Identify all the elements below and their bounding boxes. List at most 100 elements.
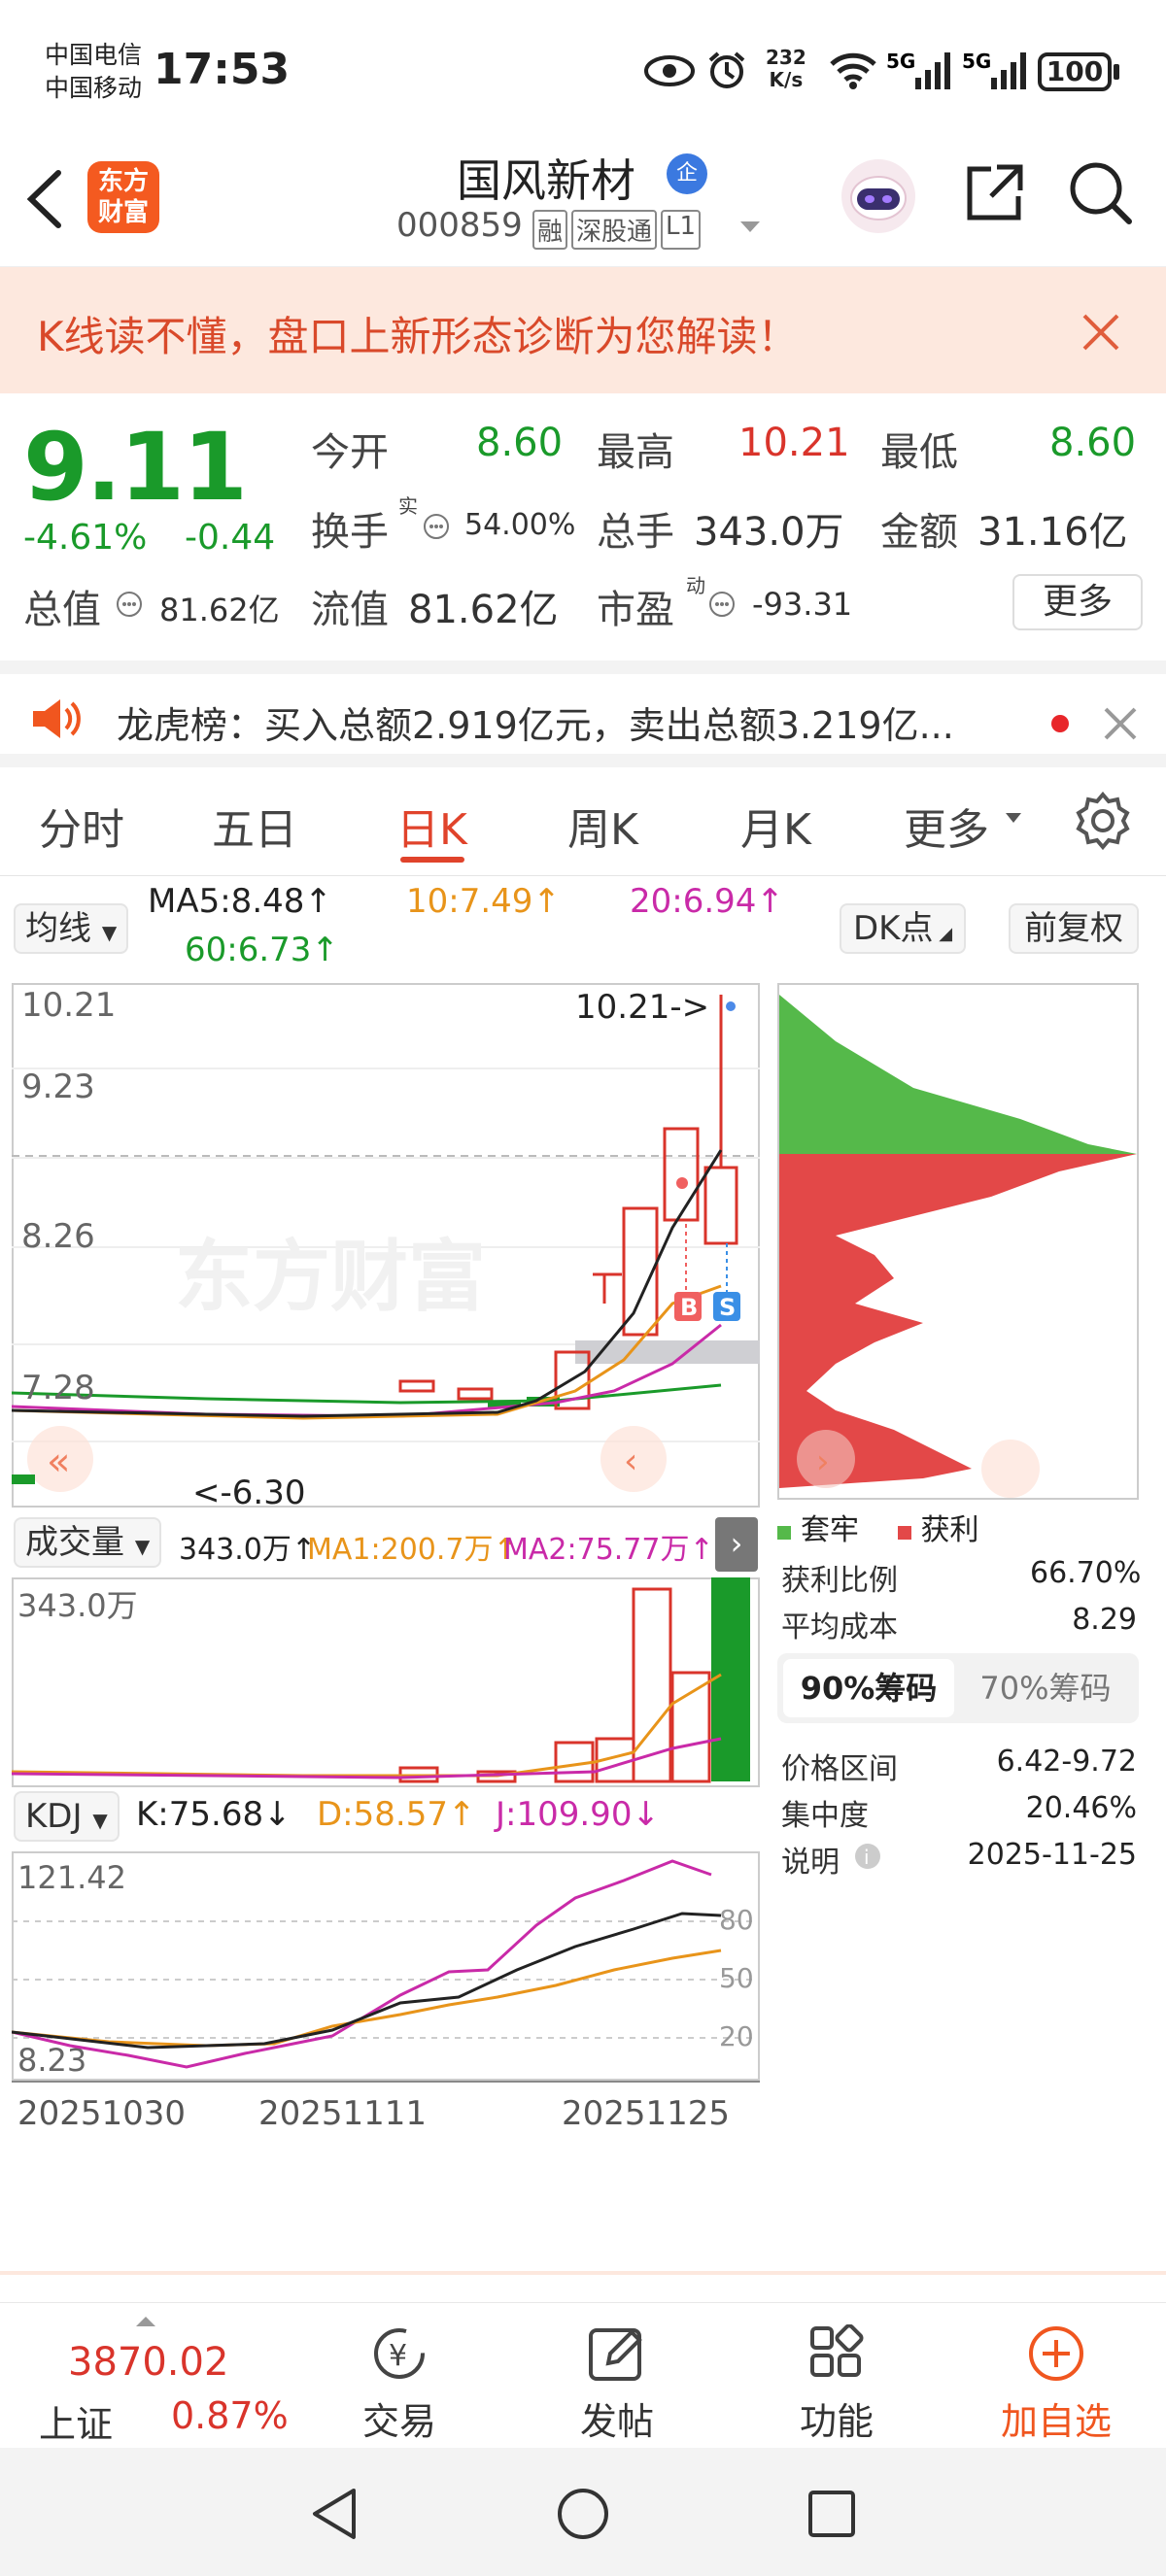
active-tab-indicator xyxy=(400,857,464,863)
tab-more[interactable]: 更多 xyxy=(904,795,989,857)
wifi-icon xyxy=(830,52,876,89)
share-icon[interactable] xyxy=(962,161,1026,225)
adjust-button[interactable]: 前复权 xyxy=(1009,903,1139,954)
nav-bar: 东方 财富 国风新材 企 000859 融 深股通 L1 xyxy=(0,146,1166,267)
volume-chart[interactable]: 343.0万 xyxy=(12,1577,760,1787)
kdj-j: J:109.90↓ xyxy=(496,1795,660,1834)
chevron-down-icon[interactable] xyxy=(738,220,762,235)
dk-points-button[interactable]: DK点 ◢ xyxy=(840,903,967,954)
chevron-down-icon: ▼ xyxy=(134,1535,151,1558)
chevron-down-icon: ▼ xyxy=(101,921,118,944)
tab-weekly[interactable]: 周K xyxy=(567,795,638,857)
chip-value-avg-cost: 8.29 xyxy=(1072,1603,1137,1637)
last-price: 9.11 xyxy=(23,413,248,522)
tag-level: L1 xyxy=(661,210,702,250)
chart-area: 均线 ▼ MA5:8.48↑ 10:7.49↑ 20:6.94↑ 60:6.73… xyxy=(0,876,1166,2275)
kdj-label-20: 20 xyxy=(719,2020,754,2052)
volume-selector[interactable]: 成交量 ▼ xyxy=(14,1517,162,1568)
chip-label-profit-ratio: 获利比例 xyxy=(781,1564,898,1598)
ma10-value: 10:7.49↑ xyxy=(406,882,561,921)
tab-chip-90[interactable]: 90%筹码 xyxy=(783,1659,954,1717)
volume-ma1: MA1:200.7万↑ xyxy=(307,1533,518,1567)
gear-icon[interactable] xyxy=(1073,791,1133,851)
close-icon[interactable] xyxy=(1079,310,1123,355)
nav-trade-label: 交易 xyxy=(361,2400,436,2443)
tab-daily[interactable]: 日K xyxy=(396,795,467,857)
banner-text: K线读不懂，盘口上新形态诊断为您解读！ xyxy=(37,313,799,360)
kdj-chart[interactable]: 121.42 8.23 80 50 20 xyxy=(12,1851,760,2081)
system-nav-bar xyxy=(0,2448,1166,2576)
volume-label: 总手 xyxy=(597,510,674,555)
nav-function[interactable]: 功能 xyxy=(764,2303,909,2449)
quote-panel: 9.11 -4.61% -0.44 今开 8.60 最高 10.21 最低 8.… xyxy=(0,393,1166,656)
dragon-tiger-notice[interactable]: 龙虎榜：买入总额2.919亿元，卖出总额3.219亿... xyxy=(0,661,1166,767)
search-icon[interactable] xyxy=(1067,159,1135,227)
nav-add-watchlist[interactable]: 加自选 xyxy=(983,2303,1129,2449)
tab-monthly[interactable]: 月K xyxy=(740,795,811,857)
scroll-left-glyph: › xyxy=(816,1442,830,1481)
nav-post[interactable]: 发帖 xyxy=(544,2303,690,2449)
close-icon[interactable] xyxy=(1102,705,1139,742)
tab-intraday[interactable]: 分时 xyxy=(39,795,124,857)
tab-5day[interactable]: 五日 xyxy=(212,795,297,857)
promo-banner[interactable]: K线读不懂，盘口上新形态诊断为您解读！ xyxy=(0,267,1166,393)
float-value: 81.62亿 xyxy=(408,588,559,632)
svg-text:5G: 5G xyxy=(962,50,991,73)
back-arrow-icon[interactable] xyxy=(23,167,66,231)
chip-value-note: 2025-11-25 xyxy=(967,1838,1137,1872)
pe-sup: 动 xyxy=(686,574,705,597)
kdj-selector[interactable]: KDJ ▼ xyxy=(14,1791,120,1842)
more-button[interactable]: 更多 xyxy=(1012,574,1143,630)
y-label-4: 7.28 xyxy=(21,1369,95,1407)
chip-label-concentration: 集中度 xyxy=(781,1799,869,1833)
bottom-nav: 3870.02 上证 0.87% ¥ 交易 发帖 功能 加自选 xyxy=(0,2302,1166,2448)
ma-selector[interactable]: 均线 ▼ xyxy=(14,903,129,954)
back-triangle-icon[interactable] xyxy=(309,2487,361,2541)
chip-label-avg-cost: 平均成本 xyxy=(781,1610,898,1644)
kdj-k: K:75.68↓ xyxy=(136,1795,292,1834)
low-label: 最低 xyxy=(880,430,958,475)
info-icon[interactable] xyxy=(422,512,451,541)
tab-chip-70[interactable]: 70%筹码 xyxy=(958,1659,1133,1717)
chip-value-profit-ratio: 66.70% xyxy=(1030,1556,1142,1590)
info-icon[interactable] xyxy=(115,590,144,619)
volume-value: 343.0万 xyxy=(694,510,844,555)
y-label-max: 10.21 xyxy=(21,986,116,1025)
svg-text:i: i xyxy=(864,1846,870,1869)
robot-assistant-icon[interactable] xyxy=(838,155,919,237)
status-bar: 中国电信 中国移动 17:53 232 K/s 5G 5G 100 xyxy=(0,0,1166,146)
signal-5g-icon-1: 5G xyxy=(886,50,950,89)
stock-tags: 融 深股通 L1 xyxy=(532,210,702,250)
volume-ma2: MA2:75.77万↑ xyxy=(503,1533,714,1567)
info-icon[interactable]: i xyxy=(853,1842,882,1871)
scroll-left-glyph: « xyxy=(47,1440,70,1484)
eye-icon xyxy=(644,55,695,86)
kdj-label-50: 50 xyxy=(719,1962,754,1994)
legend-profit: 获利 xyxy=(920,1513,979,1547)
chip-distribution-chart[interactable]: › xyxy=(777,983,1139,1500)
y-label-2: 9.23 xyxy=(21,1068,95,1106)
open-value: 8.60 xyxy=(476,421,564,465)
index-name[interactable]: 上证 xyxy=(39,2394,113,2448)
ma60-value: 60:6.73↑ xyxy=(185,931,339,969)
info-icon[interactable] xyxy=(707,590,737,619)
legend-trapped-swatch xyxy=(777,1526,791,1540)
expand-arrow-icon[interactable]: › xyxy=(715,1517,758,1572)
ma5-value: MA5:8.48↑ xyxy=(148,882,332,921)
avg-price-dot xyxy=(676,1177,688,1189)
buy-marker-label: B xyxy=(680,1294,698,1321)
sell-marker-label: S xyxy=(719,1294,736,1321)
kline-chart[interactable]: 东方财富 10.21 9.23 8.26 7.28 10.21-> <-6.30 xyxy=(12,983,760,1508)
kdj-d: D:58.57↑ xyxy=(317,1795,476,1834)
home-circle-icon[interactable] xyxy=(556,2487,610,2541)
carrier-info: 中国电信 中国移动 xyxy=(45,39,142,105)
today-bar xyxy=(12,1474,35,1484)
index-change[interactable]: 0.87% xyxy=(171,2394,289,2437)
nav-function-label: 功能 xyxy=(799,2400,874,2443)
nav-trade[interactable]: ¥ 交易 xyxy=(326,2303,472,2449)
expand-icon xyxy=(981,1440,1040,1498)
chip-label-note: 说明 xyxy=(781,1846,840,1880)
index-value[interactable]: 3870.02 xyxy=(68,2340,228,2385)
chevron-down-icon[interactable] xyxy=(1005,812,1022,826)
recents-square-icon[interactable] xyxy=(806,2489,857,2539)
